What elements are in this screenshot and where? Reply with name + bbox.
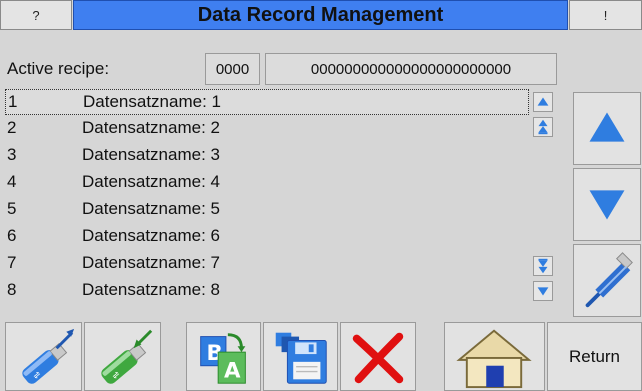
delete-button[interactable]	[340, 322, 416, 391]
edit-button[interactable]	[573, 244, 641, 317]
arrow-down-icon	[589, 190, 625, 220]
record-name: Datensatzname: 2	[82, 118, 220, 137]
list-item[interactable]: 2 Datensatzname: 2	[5, 116, 529, 142]
return-label: Return	[568, 346, 621, 366]
page-up-icon	[538, 119, 548, 135]
info-button[interactable]: !	[569, 0, 642, 30]
list-item[interactable]: 5 Datensatzname: 5	[5, 197, 529, 223]
page-up-button[interactable]	[533, 117, 553, 137]
scroll-up-button[interactable]	[533, 92, 553, 112]
record-name: Datensatzname: 8	[82, 280, 220, 299]
page-down-button[interactable]	[533, 256, 553, 276]
save-icon	[275, 332, 327, 384]
title-bar: ? Data Record Management !	[0, 0, 642, 32]
edit-pen-icon	[585, 252, 633, 308]
active-recipe-label: Active recipe:	[7, 59, 110, 78]
active-recipe-name: 000000000000000000000000	[265, 53, 557, 85]
record-number: 7	[7, 253, 17, 272]
record-number: 8	[7, 280, 17, 299]
rename-button[interactable]: B A	[186, 322, 261, 391]
import-usb-button[interactable]: ⇌	[84, 322, 161, 391]
record-number: 1	[8, 92, 18, 111]
record-number: 6	[7, 226, 17, 245]
help-button[interactable]: ?	[0, 0, 72, 30]
list-item[interactable]: 4 Datensatzname: 4	[5, 170, 529, 196]
page-down-icon	[538, 258, 548, 274]
record-name: Datensatzname: 7	[82, 253, 220, 272]
arrow-up-icon	[589, 112, 625, 142]
record-name: Datensatzname: 1	[83, 92, 221, 111]
record-name: Datensatzname: 6	[82, 226, 220, 245]
save-button[interactable]	[263, 322, 338, 391]
list-item[interactable]: 6 Datensatzname: 6	[5, 224, 529, 250]
list-item[interactable]: 1 Datensatzname: 1	[5, 89, 529, 115]
list-item[interactable]: 7 Datensatzname: 7	[5, 251, 529, 277]
scroll-down-button[interactable]	[533, 281, 553, 301]
move-up-button[interactable]	[573, 92, 641, 165]
scroll-up-icon	[537, 97, 549, 106]
scroll-down-icon	[537, 287, 549, 296]
record-number: 3	[7, 145, 17, 164]
usb-export-icon: ⇌	[22, 328, 75, 384]
record-number: 2	[7, 118, 17, 137]
rename-icon: B A	[200, 333, 246, 384]
usb-import-icon: ⇌	[101, 329, 153, 384]
active-recipe-number: 0000	[205, 53, 260, 85]
record-number: 4	[7, 172, 17, 191]
svg-text:A: A	[224, 358, 241, 383]
record-name: Datensatzname: 4	[82, 172, 220, 191]
record-list[interactable]: 1 Datensatzname: 1 2 Datensatzname: 2 3 …	[5, 89, 533, 307]
move-down-button[interactable]	[573, 168, 641, 241]
window-title: Data Record Management	[73, 0, 568, 30]
record-name: Datensatzname: 3	[82, 145, 220, 164]
list-item[interactable]: 3 Datensatzname: 3	[5, 143, 529, 169]
home-button[interactable]	[444, 322, 545, 391]
list-item[interactable]: 8 Datensatzname: 8	[5, 278, 529, 304]
home-icon	[456, 329, 532, 389]
return-button[interactable]: Return	[547, 322, 642, 391]
record-name: Datensatzname: 5	[82, 199, 220, 218]
export-usb-button[interactable]: ⇌	[5, 322, 82, 391]
record-number: 5	[7, 199, 17, 218]
delete-icon	[352, 332, 404, 384]
